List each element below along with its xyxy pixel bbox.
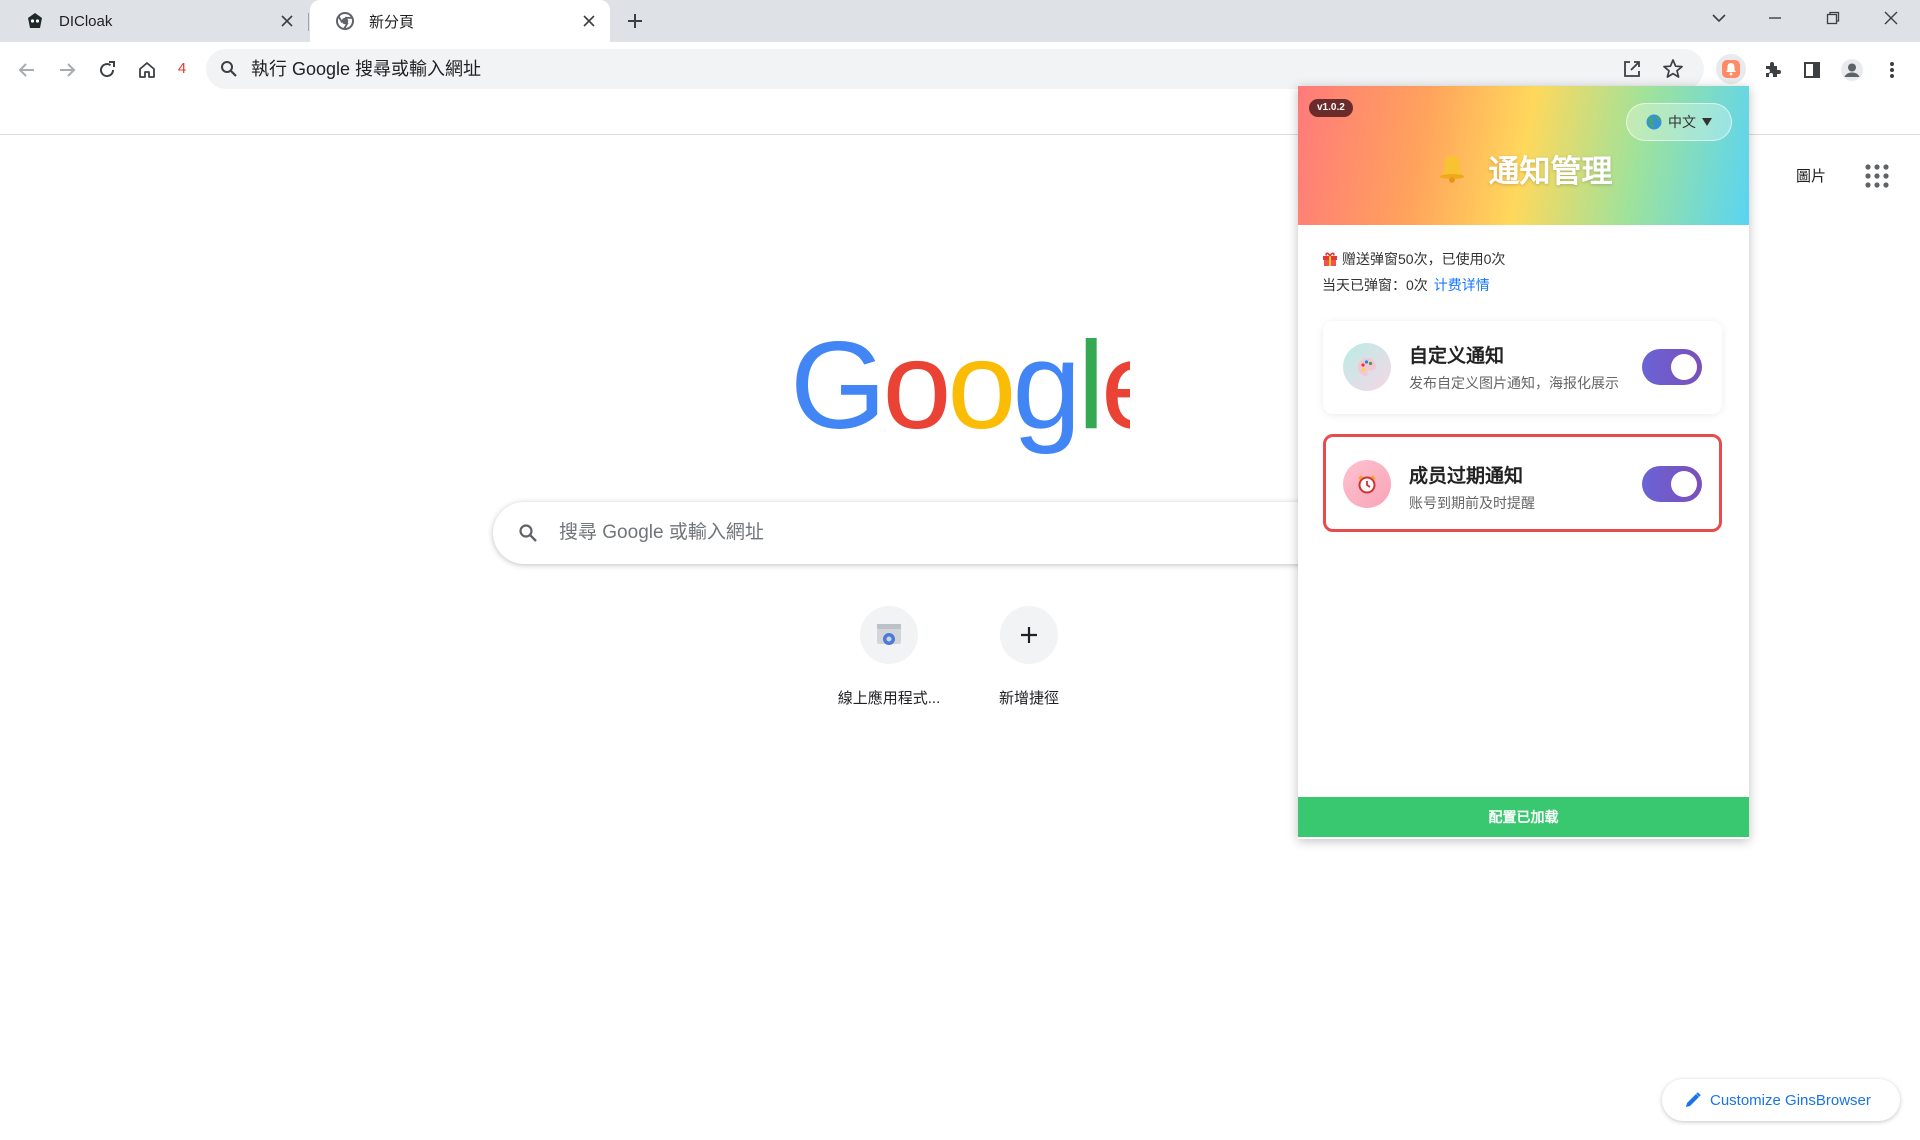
address-placeholder: 執行 Google 搜尋或輸入網址: [251, 59, 482, 79]
reload-icon: [100, 61, 115, 78]
puzzle-icon: [1766, 62, 1781, 77]
gift-icon: [1322, 251, 1338, 267]
add-shortcut-button[interactable]: [1000, 606, 1058, 664]
popup-header: v1.0.2 中文 通知管理: [1298, 86, 1749, 225]
side-panel-button[interactable]: [1799, 57, 1825, 83]
minimize-icon: [1769, 17, 1781, 19]
arrow-right-icon: [60, 63, 76, 77]
globe-icon: [1646, 114, 1662, 130]
version-badge: v1.0.2: [1309, 99, 1353, 117]
popup-title: 通知管理: [1298, 146, 1749, 191]
address-bar[interactable]: 執行 Google 搜尋或輸入網址: [206, 49, 1704, 89]
images-link[interactable]: 圖片: [1796, 165, 1826, 186]
web-app-icon: [877, 624, 901, 645]
config-status-bar: 配置已加载: [1298, 797, 1749, 837]
menu-button[interactable]: [1879, 57, 1905, 83]
shortcut-label: 線上應用程式...: [837, 690, 941, 707]
minimize-button[interactable]: [1760, 6, 1790, 30]
google-logo: Google: [790, 338, 1130, 458]
avatar-icon: [1841, 59, 1863, 81]
plus-icon: [1021, 627, 1037, 643]
tab-dicloak[interactable]: DICloak: [0, 0, 308, 42]
billing-details-link[interactable]: 计费详情: [1434, 275, 1490, 295]
popup-title-text: 通知管理: [1488, 154, 1613, 189]
tab-title: DICloak: [59, 12, 113, 30]
shortcut-icon: [1000, 606, 1058, 664]
language-selector[interactable]: 中文: [1626, 103, 1732, 141]
plus-icon: [628, 14, 642, 28]
window-close-button[interactable]: [1876, 6, 1906, 30]
kebab-menu-icon: [1890, 62, 1894, 78]
profile-button[interactable]: [1839, 57, 1865, 83]
extensions-button[interactable]: [1759, 57, 1785, 83]
custom-notification-toggle[interactable]: [1642, 349, 1702, 385]
shortcut-label: 新增捷徑: [998, 690, 1059, 707]
shortcut-web-apps[interactable]: [860, 606, 918, 664]
tab-title: 新分頁: [369, 13, 415, 31]
gift-info-text: 赠送弹窗50次，已使用0次: [1342, 251, 1506, 267]
dicloak-logo-icon: [25, 11, 45, 31]
close-icon: [1884, 11, 1898, 25]
share-icon[interactable]: [1621, 58, 1643, 80]
google-search-box[interactable]: 搜尋 Google 或輸入網址: [493, 502, 1373, 564]
new-tab-button[interactable]: [624, 10, 646, 32]
forward-button[interactable]: [54, 57, 80, 83]
apps-grid-icon[interactable]: [1864, 163, 1890, 189]
tab-search-button[interactable]: [1704, 6, 1734, 30]
member-expiry-card[interactable]: 成员过期通知 账号到期前及时提醒: [1323, 434, 1722, 532]
bell-icon: [1722, 60, 1740, 78]
card-title: 成员过期通知: [1409, 466, 1524, 487]
chrome-icon: [335, 11, 355, 31]
home-button[interactable]: [134, 57, 160, 83]
arrow-left-icon: [18, 63, 34, 77]
restore-icon: [1826, 11, 1840, 25]
bookmark-star-icon[interactable]: [1662, 58, 1684, 80]
alarm-clock-icon: [1343, 460, 1391, 508]
notification-extension-button[interactable]: [1716, 54, 1746, 84]
caret-down-icon: [1702, 118, 1712, 126]
tab-new-tab[interactable]: 新分頁: [310, 0, 610, 42]
pencil-icon: [1684, 1091, 1702, 1109]
close-icon[interactable]: [276, 10, 298, 32]
today-info-text: 当天已弹窗：0次: [1322, 277, 1428, 293]
notification-popup: v1.0.2 中文 通知管理 赠送弹窗50次，已使用0次 当天已弹窗：0次 计费…: [1298, 86, 1749, 839]
home-icon: [139, 62, 155, 78]
card-title: 自定义通知: [1409, 346, 1505, 367]
shortcut-icon: [860, 606, 918, 664]
chevron-down-icon: [1712, 14, 1726, 23]
toggle-knob: [1671, 471, 1697, 497]
gift-info: 赠送弹窗50次，已使用0次: [1322, 249, 1505, 269]
back-button[interactable]: [14, 57, 40, 83]
today-info: 当天已弹窗：0次 计费详情: [1322, 275, 1490, 295]
card-description: 发布自定义图片通知，海报化展示: [1409, 375, 1619, 391]
close-icon[interactable]: [578, 10, 600, 32]
custom-notification-card[interactable]: 自定义通知 发布自定义图片通知，海报化展示: [1323, 321, 1722, 414]
svg-text:Google: Google: [790, 338, 1130, 455]
search-icon: [220, 60, 238, 78]
side-panel-icon: [1804, 62, 1820, 78]
search-icon: [518, 523, 538, 543]
tab-separator: [308, 13, 309, 31]
tab-count-badge[interactable]: 4: [170, 58, 194, 80]
restore-button[interactable]: [1818, 6, 1848, 30]
google-search-placeholder: 搜尋 Google 或輸入網址: [559, 522, 764, 543]
member-expiry-toggle[interactable]: [1642, 466, 1702, 502]
bell-icon: [1435, 152, 1469, 186]
customize-button[interactable]: Customize GinsBrowser: [1662, 1079, 1900, 1121]
toggle-knob: [1671, 354, 1697, 380]
card-description: 账号到期前及时提醒: [1409, 495, 1535, 511]
reload-button[interactable]: [94, 57, 120, 83]
language-label: 中文: [1668, 114, 1696, 130]
customize-label: Customize GinsBrowser: [1710, 1091, 1871, 1109]
palette-icon: [1343, 343, 1391, 391]
